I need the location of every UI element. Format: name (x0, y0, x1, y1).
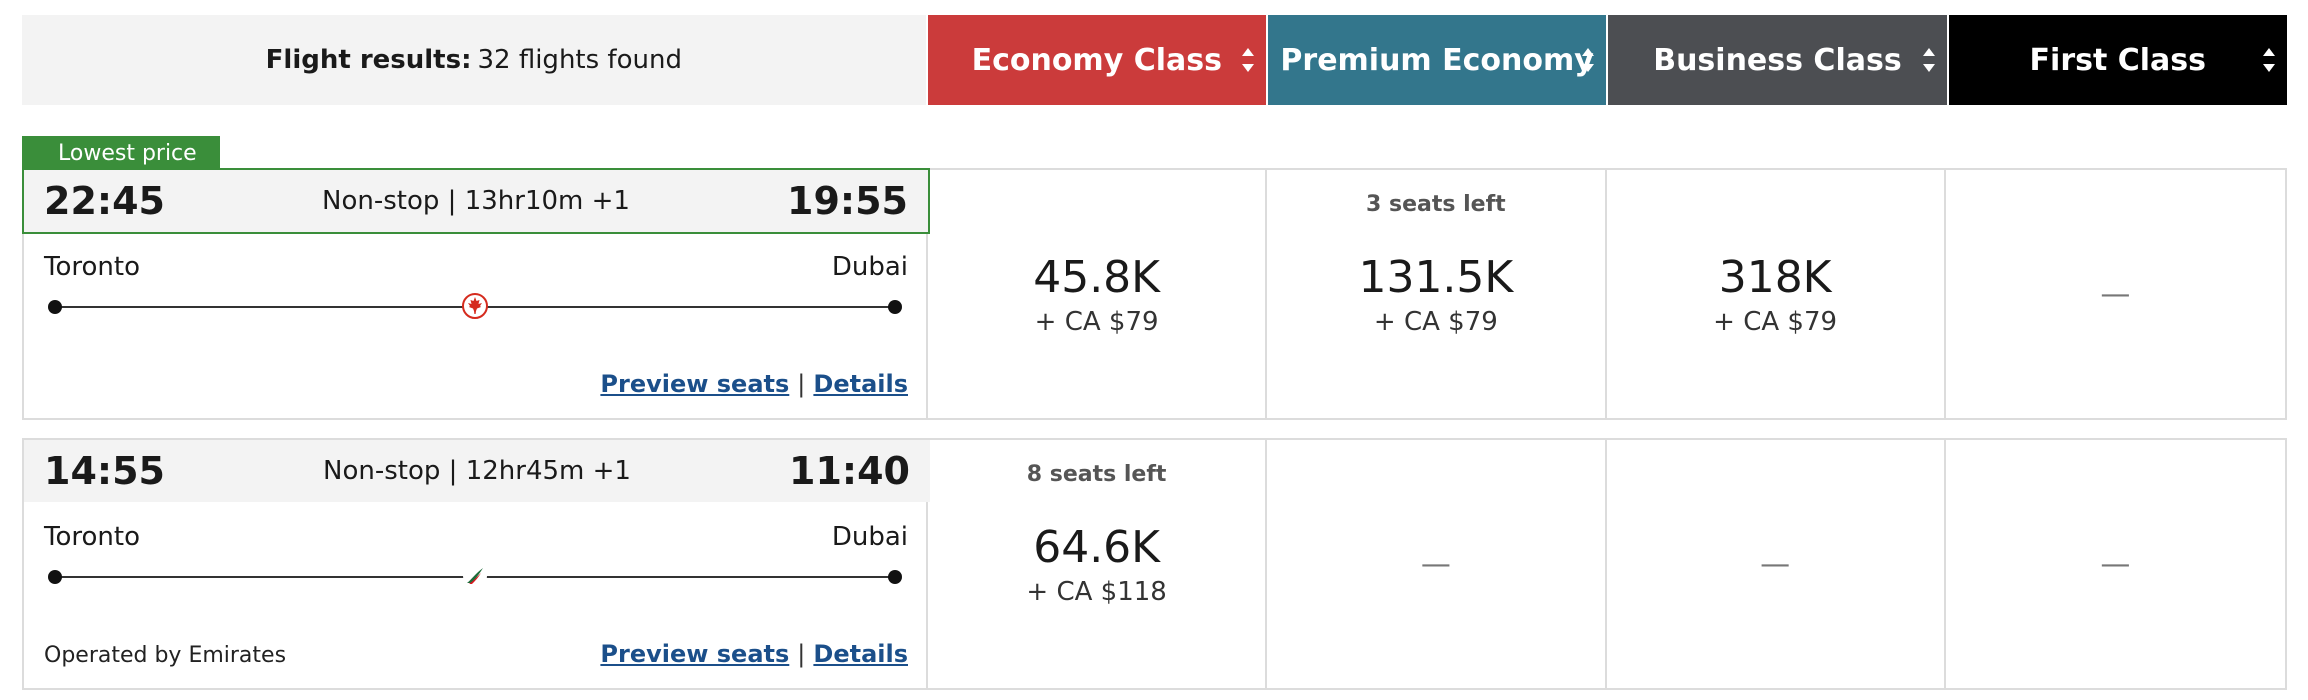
first-class-label: First Class (2029, 42, 2207, 78)
unavailable-dash: — (1420, 546, 1451, 582)
unavailable-dash: — (2100, 276, 2131, 312)
flight-info: 22:45 Non-stop | 13hr10m +1 19:55 Toront… (22, 168, 930, 418)
preview-seats-link[interactable]: Preview seats (600, 640, 789, 668)
economy-class-label: Economy Class (971, 42, 1222, 78)
seats-left: 3 seats left (1366, 192, 1506, 217)
first-class-price-cell: — (1946, 170, 2285, 418)
operated-by: Operated by Emirates (44, 643, 287, 668)
flight-duration: Non-stop | 12hr45m +1 (323, 456, 631, 486)
unavailable-dash: — (1760, 546, 1791, 582)
first-class-column-header[interactable]: First Class (1946, 15, 2287, 105)
premium-economy-price-cell: — (1267, 440, 1607, 688)
emirates-icon (463, 564, 487, 588)
details-link[interactable]: Details (813, 370, 908, 398)
business-class-column-header[interactable]: Business Class (1606, 15, 1947, 105)
origin-dot (48, 300, 62, 314)
destination-dot (888, 570, 902, 584)
link-separator: | (797, 370, 806, 398)
preview-seats-link[interactable]: Preview seats (600, 370, 789, 398)
premium-economy-label: Premium Economy (1280, 42, 1594, 78)
price-points: 64.6K (1033, 521, 1161, 573)
flight-time-bar: 22:45 Non-stop | 13hr10m +1 19:55 (22, 168, 930, 234)
price-points: 318K (1718, 251, 1832, 303)
route-cities: Toronto Dubai (44, 252, 908, 282)
sort-icon[interactable] (1922, 46, 1935, 74)
arrival-time: 11:40 (789, 449, 910, 493)
price-fee: + CA $118 (1026, 576, 1167, 607)
flight-links: Preview seats | Details (600, 370, 908, 398)
departure-time: 22:45 (44, 179, 165, 223)
flight-time-bar: 14:55 Non-stop | 12hr45m +1 11:40 (24, 440, 930, 502)
flight-row: 14:55 Non-stop | 12hr45m +1 11:40 Toront… (22, 438, 2287, 690)
flight-results-page: Flight results: 32 flights found Economy… (0, 0, 2308, 700)
route-line (48, 293, 902, 319)
premium-economy-column-header[interactable]: Premium Economy (1265, 15, 1607, 105)
results-count: 32 flights found (477, 45, 682, 75)
departure-time: 14:55 (44, 449, 165, 493)
sort-icon[interactable] (1582, 46, 1595, 74)
destination-dot (888, 300, 902, 314)
business-class-price-cell[interactable]: 318K + CA $79 (1607, 170, 1946, 418)
business-class-label: Business Class (1653, 42, 1902, 78)
destination-city: Dubai (831, 252, 908, 282)
route-line (48, 564, 902, 588)
results-summary: Flight results: 32 flights found (22, 15, 926, 105)
destination-city: Dubai (831, 522, 908, 552)
unavailable-dash: — (2100, 546, 2131, 582)
flight-duration: Non-stop | 13hr10m +1 (322, 186, 630, 216)
economy-class-column-header[interactable]: Economy Class (925, 15, 1266, 105)
sort-icon[interactable] (2262, 46, 2275, 74)
results-label: Flight results: (265, 45, 472, 75)
price-points: 45.8K (1033, 251, 1161, 303)
link-separator: | (797, 640, 806, 668)
premium-economy-price-cell[interactable]: 3 seats left 131.5K + CA $79 (1267, 170, 1607, 418)
details-link[interactable]: Details (813, 640, 908, 668)
price-fee: + CA $79 (1373, 306, 1498, 337)
flight-row: 22:45 Non-stop | 13hr10m +1 19:55 Toront… (22, 168, 2287, 420)
seats-left: 8 seats left (1026, 462, 1167, 487)
price-points: 131.5K (1358, 251, 1514, 303)
flight-info: 14:55 Non-stop | 12hr45m +1 11:40 Toront… (24, 440, 930, 688)
origin-city: Toronto (44, 252, 140, 282)
flight-links: Preview seats | Details (600, 640, 908, 668)
price-fee: + CA $79 (1713, 306, 1838, 337)
air-canada-maple-leaf-icon (462, 293, 488, 319)
lowest-price-badge: Lowest price (22, 136, 220, 182)
price-fee: + CA $79 (1034, 306, 1159, 337)
economy-price-cell[interactable]: 8 seats left 64.6K + CA $118 (928, 440, 1268, 688)
business-class-price-cell: — (1607, 440, 1946, 688)
first-class-price-cell: — (1946, 440, 2285, 688)
arrival-time: 19:55 (787, 179, 908, 223)
origin-dot (48, 570, 62, 584)
results-header: Flight results: 32 flights found Economy… (22, 15, 2287, 105)
economy-price-cell[interactable]: 45.8K + CA $79 (928, 170, 1268, 418)
origin-city: Toronto (44, 522, 140, 552)
route-cities: Toronto Dubai (44, 522, 908, 552)
sort-icon[interactable] (1241, 46, 1254, 74)
